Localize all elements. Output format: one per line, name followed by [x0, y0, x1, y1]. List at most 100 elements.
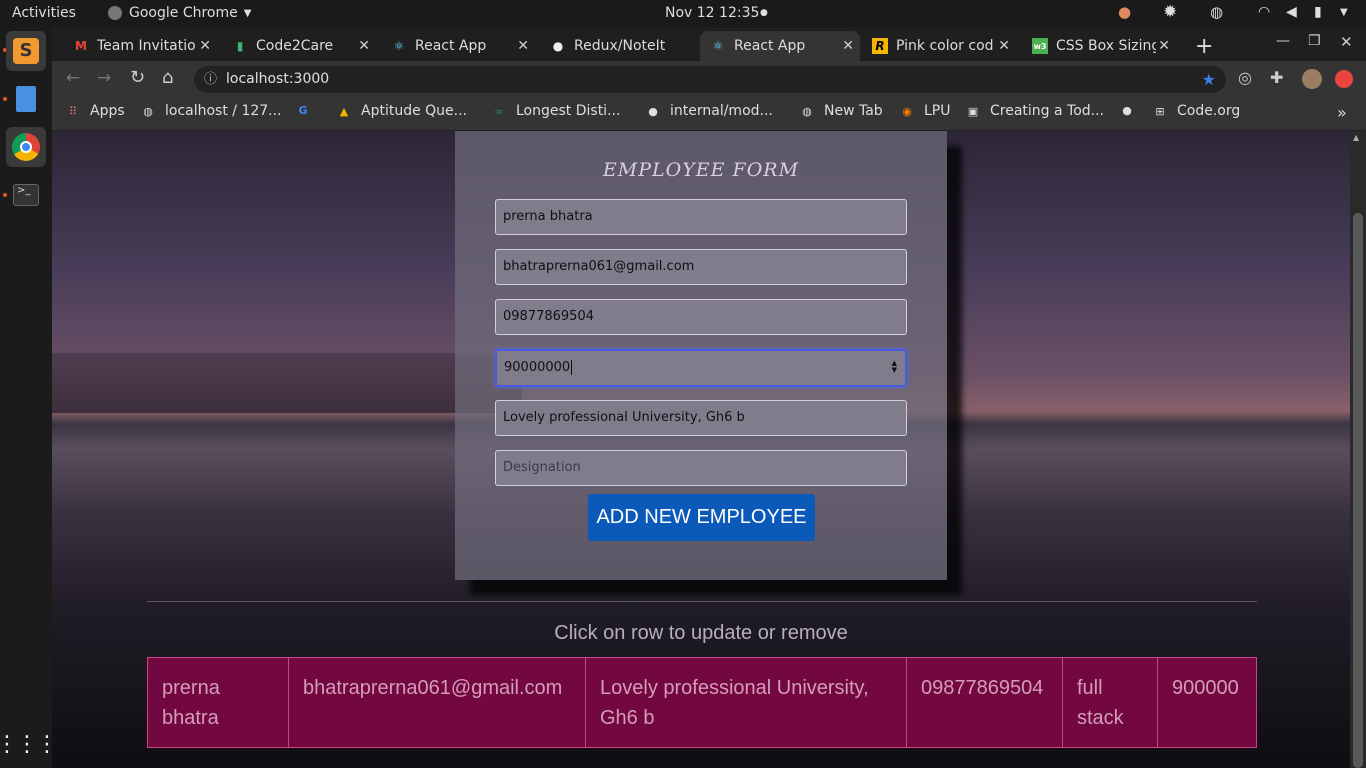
designation-field[interactable]: Designation: [495, 450, 907, 486]
avatar[interactable]: [1302, 69, 1322, 89]
bookmark-localhost[interactable]: ◍ localhost / 127...: [141, 103, 281, 119]
salary-field[interactable]: 90000000 ▲ ▼: [495, 349, 907, 387]
table-row[interactable]: prerna bhatra bhatraprerna061@gmail.com …: [147, 657, 1257, 748]
bookmark-new-tab[interactable]: ◍ New Tab: [800, 103, 883, 119]
close-tab-icon[interactable]: ✕: [517, 38, 529, 54]
more-bookmarks-icon[interactable]: »: [1337, 103, 1347, 122]
system-top-bar: Activities Google Chrome ▼ Nov 12 12:35 …: [0, 0, 1366, 27]
table-hint: Click on row to update or remove: [554, 622, 848, 644]
back-icon[interactable]: ←: [66, 68, 80, 88]
bookmark-label: internal/mod...: [670, 103, 773, 119]
google-icon: G: [298, 103, 308, 117]
clock[interactable]: Nov 12 12:35: [665, 5, 759, 21]
close-tab-icon[interactable]: ✕: [998, 38, 1010, 54]
show-applications-icon[interactable]: ⋮⋮⋮: [0, 724, 58, 764]
volume-icon[interactable]: ◀: [1286, 4, 1297, 20]
gfg-icon: ∞: [494, 104, 504, 118]
codeorg-icon: ⊞: [1155, 104, 1165, 118]
tab-5-active[interactable]: ⚛ React App ✕: [700, 31, 860, 61]
number-spinner-icon[interactable]: ▲ ▼: [892, 360, 897, 374]
bookmark-star-icon[interactable]: ★: [1202, 66, 1216, 93]
browser-chrome: M Team Invitatio ✕ ▮ Code2Care ✕ ⚛ React…: [52, 27, 1366, 131]
gmail-icon: M: [75, 39, 87, 53]
reload-icon[interactable]: ↻: [130, 67, 145, 88]
address-bar[interactable]: ⓘ localhost:3000 ★: [194, 66, 1226, 93]
sublime-text-icon[interactable]: S: [6, 31, 46, 71]
tab-label: Redux/NoteIt: [574, 38, 666, 54]
scrollbar-thumb[interactable]: [1353, 213, 1363, 768]
video-icon: ▣: [967, 104, 979, 118]
system-menu-caret-icon[interactable]: ▼: [1340, 7, 1348, 18]
vpn-icon[interactable]: ◍: [1210, 3, 1223, 21]
bookmark-codeorg[interactable]: ⊞ Code.org: [1153, 103, 1240, 119]
bookmark-github[interactable]: ●: [1120, 103, 1144, 117]
close-tab-icon[interactable]: ✕: [842, 38, 854, 54]
add-employee-button[interactable]: ADD NEW EMPLOYEE: [588, 494, 815, 541]
bookmark-aptitude[interactable]: ▲ Aptitude Que...: [337, 103, 467, 119]
tab-label: Code2Care: [256, 38, 334, 54]
cell-salary: 900000: [1157, 657, 1257, 748]
lpu-icon: ◉: [902, 104, 912, 118]
cell-designation: full stack: [1062, 657, 1158, 748]
bookmark-label: Aptitude Que...: [361, 103, 468, 119]
tab-7[interactable]: w3 CSS Box Sizing ✕: [1022, 31, 1176, 61]
battery-icon[interactable]: ▮: [1314, 4, 1322, 20]
close-window-icon[interactable]: ✕: [1340, 33, 1353, 51]
salary-value: 90000000: [504, 360, 571, 375]
wifi-icon[interactable]: ◠: [1258, 4, 1270, 20]
tab-6[interactable]: R Pink color cod ✕: [862, 31, 1016, 61]
globe-icon: ◍: [802, 104, 812, 118]
bookmark-internal[interactable]: ● internal/mod...: [646, 103, 773, 119]
tray-app-icon[interactable]: ●: [1118, 3, 1131, 21]
minimize-icon[interactable]: —: [1276, 33, 1290, 49]
toolbar: ← → ↻ ⌂ ⓘ localhost:3000 ★ ◎ ✚: [52, 61, 1366, 97]
name-field[interactable]: prerna bhatra: [495, 199, 907, 235]
github-icon: ●: [648, 104, 658, 118]
text-editor-icon[interactable]: [6, 79, 46, 119]
tab-3[interactable]: ⚛ React App ✕: [381, 31, 535, 61]
extension-icon[interactable]: ◎: [1238, 68, 1252, 87]
activities-button[interactable]: Activities: [12, 5, 76, 21]
cell-email: bhatraprerna061@gmail.com: [288, 657, 586, 748]
drive-icon: ▲: [339, 104, 349, 118]
page-scrollbar[interactable]: ▲: [1350, 131, 1366, 768]
chrome-small-icon: [108, 6, 122, 20]
chrome-icon[interactable]: [6, 127, 46, 167]
bookmark-longest[interactable]: ∞ Longest Disti...: [492, 103, 620, 119]
tab-label: React App: [734, 38, 806, 54]
extensions-puzzle-icon[interactable]: ✚: [1270, 68, 1283, 87]
terminal-icon[interactable]: >_: [6, 175, 46, 215]
bookmark-google[interactable]: G: [296, 103, 320, 117]
bookmark-creating[interactable]: ▣ Creating a Tod...: [966, 103, 1104, 119]
url-text: localhost:3000: [226, 71, 330, 87]
bookmark-apps[interactable]: ⠿ Apps: [66, 103, 125, 119]
email-field[interactable]: bhatraprerna061@gmail.com: [495, 249, 907, 285]
phone-field[interactable]: 09877869504: [495, 299, 907, 335]
address-field[interactable]: Lovely professional University, Gh6 b: [495, 400, 907, 436]
notification-dot-icon: ●: [760, 8, 768, 18]
github-icon: ●: [1122, 103, 1132, 117]
divider: [147, 601, 1257, 602]
home-icon[interactable]: ⌂: [162, 67, 173, 88]
tab-label: React App: [415, 38, 487, 54]
brightness-icon[interactable]: ✹: [1163, 2, 1177, 22]
scroll-up-icon[interactable]: ▲: [1353, 133, 1359, 142]
new-tab-plus-icon[interactable]: +: [1187, 31, 1221, 61]
update-icon[interactable]: [1335, 70, 1353, 88]
tab-4[interactable]: ● Redux/NoteIt: [540, 31, 694, 61]
restore-icon[interactable]: ❐: [1308, 33, 1321, 49]
bookmark-lpu[interactable]: ◉ LPU: [900, 103, 950, 119]
forward-icon[interactable]: →: [97, 68, 111, 88]
close-tab-icon[interactable]: ✕: [358, 38, 370, 54]
app-menu[interactable]: Google Chrome ▼: [108, 5, 251, 21]
react-icon: ⚛: [712, 39, 724, 53]
tab-1[interactable]: M Team Invitatio ✕: [63, 31, 217, 61]
employee-table: prerna bhatra bhatraprerna061@gmail.com …: [147, 657, 1257, 748]
tab-2[interactable]: ▮ Code2Care ✕: [222, 31, 376, 61]
close-tab-icon[interactable]: ✕: [1158, 38, 1170, 54]
info-icon[interactable]: ⓘ: [204, 66, 217, 93]
react-icon: ⚛: [393, 39, 405, 53]
tab-strip: M Team Invitatio ✕ ▮ Code2Care ✕ ⚛ React…: [52, 27, 1366, 61]
close-tab-icon[interactable]: ✕: [199, 38, 211, 54]
bookmark-label: Longest Disti...: [516, 103, 621, 119]
